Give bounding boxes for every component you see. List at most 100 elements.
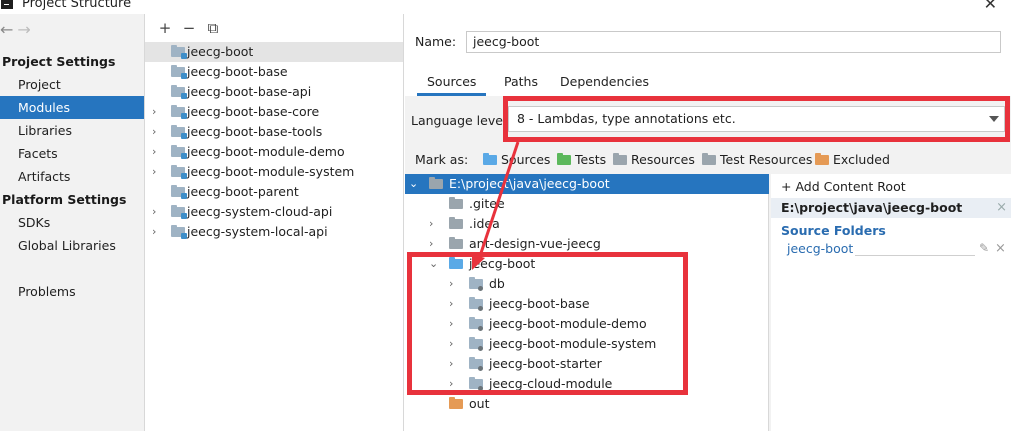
- chevron-right-icon[interactable]: ›: [449, 334, 453, 354]
- tree-row-label: E:\project\java\jeecg-boot: [449, 176, 610, 191]
- nav-arrows: ←→: [0, 20, 35, 39]
- add-content-root-button[interactable]: + Add Content Root: [781, 179, 906, 194]
- settings-sidebar: ←→ Project Settings Project Modules Libr…: [0, 14, 145, 431]
- tree-row-label: jeecg-boot-module-system: [489, 336, 657, 351]
- mark-as-tests[interactable]: Tests: [557, 152, 606, 167]
- mark-as-excluded[interactable]: Excluded: [815, 152, 890, 167]
- module-folder-icon: [171, 65, 187, 79]
- folder-icon: [429, 177, 443, 189]
- folder-icon: [449, 197, 463, 209]
- chevron-right-icon[interactable]: ›: [152, 142, 156, 162]
- tree-row-label: jeecg-boot-starter: [489, 356, 602, 371]
- folder-icon: [469, 317, 483, 331]
- language-level-select[interactable]: 8 - Lambdas, type annotations etc.: [508, 106, 1005, 132]
- language-level-value: 8 - Lambdas, type annotations etc.: [517, 111, 736, 126]
- module-name-input[interactable]: jeecg-boot: [466, 31, 1001, 53]
- tree-row-label: .gitee: [469, 196, 505, 211]
- module-list-item[interactable]: › jeecg-boot-module-system: [145, 162, 403, 182]
- tree-row[interactable]: › ant-design-vue-jeecg: [405, 234, 769, 254]
- mark-as-test-resources[interactable]: Test Resources: [702, 152, 812, 167]
- tree-row[interactable]: › jeecg-boot-starter: [405, 354, 769, 374]
- module-list-item[interactable]: jeecg-boot-base-api: [145, 82, 403, 102]
- sidebar-item-global-libraries[interactable]: Global Libraries: [0, 234, 144, 257]
- tree-row-label: out: [469, 396, 490, 411]
- chevron-right-icon[interactable]: ›: [152, 202, 156, 222]
- module-list-item[interactable]: jeecg-boot-parent: [145, 182, 403, 202]
- module-list-item[interactable]: jeecg-boot-base: [145, 62, 403, 82]
- close-icon[interactable]: ✕: [984, 0, 997, 13]
- module-name: jeecg-boot-parent: [187, 184, 299, 199]
- tree-row[interactable]: › db: [405, 274, 769, 294]
- remove-content-root-icon[interactable]: ×: [996, 198, 1007, 218]
- module-folder-icon: [171, 45, 187, 59]
- back-arrow-icon[interactable]: ←: [0, 20, 17, 39]
- tree-row[interactable]: › jeecg-cloud-module: [405, 374, 769, 394]
- remove-module-icon[interactable]: −: [177, 19, 201, 37]
- module-list-item[interactable]: › jeecg-boot-base-core: [145, 102, 403, 122]
- module-name: jeecg-boot-base-api: [187, 84, 312, 99]
- tree-row-label: db: [489, 276, 505, 291]
- chevron-right-icon[interactable]: ›: [449, 354, 453, 374]
- sidebar-item-sdks[interactable]: SDKs: [0, 211, 144, 234]
- chevron-right-icon[interactable]: ›: [449, 374, 453, 394]
- tree-row[interactable]: ⌄ E:\project\java\jeecg-boot: [405, 174, 769, 194]
- tree-row[interactable]: out: [405, 394, 769, 414]
- mark-as-sources[interactable]: Sources: [483, 152, 550, 167]
- module-list-item[interactable]: jeecg-boot: [145, 42, 403, 62]
- sidebar-item-modules[interactable]: Modules: [0, 96, 144, 119]
- tree-row[interactable]: › .idea: [405, 214, 769, 234]
- chevron-right-icon[interactable]: ›: [152, 162, 156, 182]
- mark-as-label: Mark as:: [415, 152, 469, 167]
- dropdown-arrow-icon: [989, 116, 999, 122]
- sidebar-item-artifacts[interactable]: Artifacts: [0, 165, 144, 188]
- module-name: jeecg-boot-base-tools: [187, 124, 323, 139]
- mark-as-label-text: Test Resources: [720, 152, 813, 167]
- chevron-down-icon[interactable]: ⌄: [429, 254, 438, 274]
- tree-row-label: jeecg-boot-base: [489, 296, 590, 311]
- chevron-down-icon[interactable]: ⌄: [409, 174, 418, 194]
- chevron-right-icon[interactable]: ›: [152, 122, 156, 142]
- chevron-right-icon[interactable]: ›: [429, 214, 433, 234]
- chevron-right-icon[interactable]: ›: [429, 234, 433, 254]
- folder-icon: [449, 397, 463, 409]
- chevron-right-icon[interactable]: ›: [152, 222, 156, 242]
- tree-row[interactable]: › jeecg-boot-module-demo: [405, 314, 769, 334]
- mark-as-resources[interactable]: Resources: [613, 152, 695, 167]
- edit-source-folder-icon[interactable]: ✎: [979, 241, 989, 255]
- sidebar-item-problems[interactable]: Problems: [0, 280, 144, 303]
- tree-row[interactable]: › jeecg-boot-base: [405, 294, 769, 314]
- tree-row[interactable]: › jeecg-boot-module-system: [405, 334, 769, 354]
- remove-source-folder-icon[interactable]: ×: [995, 241, 1006, 256]
- content-root-path: E:\project\java\jeecg-boot: [781, 200, 963, 215]
- module-list-item[interactable]: › jeecg-boot-base-tools: [145, 122, 403, 142]
- copy-module-icon[interactable]: ⧉: [201, 19, 225, 37]
- chevron-right-icon[interactable]: ›: [449, 294, 453, 314]
- app-icon: [1, 0, 13, 9]
- tab-dependencies[interactable]: Dependencies: [550, 72, 659, 96]
- tree-row-label: .idea: [469, 216, 500, 231]
- forward-arrow-icon[interactable]: →: [17, 20, 34, 39]
- source-folders-title: Source Folders: [781, 223, 886, 238]
- source-folder-item[interactable]: jeecg-boot: [787, 241, 853, 256]
- tree-row-label: jeecg-cloud-module: [489, 376, 613, 391]
- chevron-right-icon[interactable]: ›: [449, 274, 453, 294]
- sidebar-item-project[interactable]: Project: [0, 73, 144, 96]
- module-list-item[interactable]: › jeecg-boot-module-demo: [145, 142, 403, 162]
- module-list-item[interactable]: › jeecg-system-local-api: [145, 222, 403, 242]
- add-module-icon[interactable]: +: [153, 19, 177, 37]
- tests-folder-icon: [557, 153, 571, 165]
- language-level-label: Language level:: [411, 113, 511, 128]
- resources-folder-icon: [613, 153, 627, 165]
- module-folder-icon: [171, 85, 187, 99]
- chevron-right-icon[interactable]: ›: [152, 102, 156, 122]
- chevron-right-icon[interactable]: ›: [449, 314, 453, 334]
- sidebar-item-facets[interactable]: Facets: [0, 142, 144, 165]
- tree-row[interactable]: ⌄ jeecg-boot: [405, 254, 769, 274]
- tree-row-label: jeecg-boot: [469, 256, 536, 271]
- module-detail-panel: Name: jeecg-boot Sources Paths Dependenc…: [405, 14, 1011, 431]
- tree-row[interactable]: .gitee: [405, 194, 769, 214]
- tab-sources[interactable]: Sources: [417, 72, 487, 96]
- module-list-item[interactable]: › jeecg-system-cloud-api: [145, 202, 403, 222]
- sidebar-item-libraries[interactable]: Libraries: [0, 119, 144, 142]
- tab-paths[interactable]: Paths: [494, 72, 548, 96]
